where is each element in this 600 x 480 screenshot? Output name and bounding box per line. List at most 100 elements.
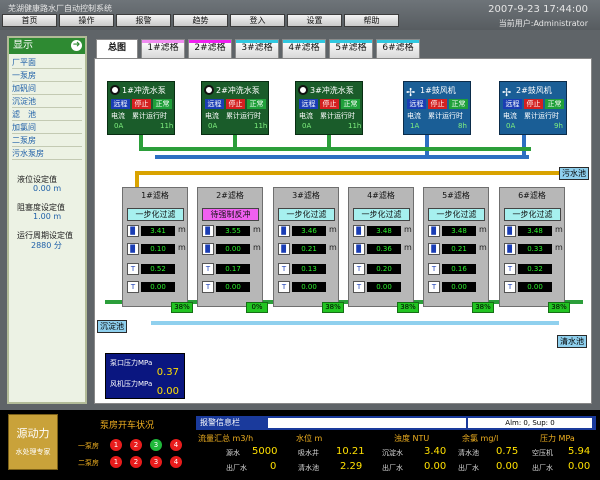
blockage-setpoint-value[interactable]: 1.00 m	[33, 212, 61, 221]
sidebar-title: 显示	[13, 40, 33, 51]
sidebar-item-filter[interactable]: 滤 池	[12, 109, 82, 121]
tab-filter-3-label: 3#滤格	[241, 43, 273, 53]
summary-value: 0.00	[496, 461, 519, 472]
view-tabs: 总图 1#滤格 2#滤格 3#滤格 4#滤格 5#滤格 6#滤格	[96, 39, 423, 59]
menu-help[interactable]: 帮助	[344, 14, 399, 27]
blockage-icon: ▉	[278, 243, 290, 255]
blower-2-panel[interactable]: ✢ 2#鼓风机 远程 停止 正常 电流 累计运行时 0A 9h	[499, 81, 567, 135]
flow-row: T 0.00	[202, 281, 260, 293]
stop-button[interactable]: 停止	[320, 99, 339, 109]
normal-button[interactable]: 正常	[545, 99, 564, 109]
valve-icon: T	[353, 263, 365, 275]
menu-trend[interactable]: 趋势	[173, 14, 228, 27]
blockage-row: ▉ 0.10 m	[127, 243, 186, 255]
remote-button[interactable]: 远程	[503, 99, 522, 109]
arrow-right-icon[interactable]: ➜	[71, 40, 82, 51]
fan-icon: ✢	[502, 86, 512, 99]
runtime-value: 9h	[554, 122, 563, 130]
blockage-icon: ▉	[504, 243, 516, 255]
filter-3-panel[interactable]: 3#滤格 一步化过滤 ▉ 3.46 m ▉ 0.21 m T 0.13 T 0.00 38%	[273, 187, 344, 313]
runtime-value: 8h	[458, 122, 467, 130]
tab-overview[interactable]: 总图	[96, 39, 138, 58]
pump-icon	[298, 85, 308, 95]
summary-label: 空压机	[532, 449, 553, 457]
current-value: 0A	[208, 122, 218, 130]
stop-button[interactable]: 停止	[428, 99, 447, 109]
tab-stripe	[236, 40, 278, 43]
menu-home[interactable]: 首页	[2, 14, 57, 27]
level-setpoint-value[interactable]: 0.00 m	[33, 184, 61, 193]
pump-status-light: 2	[130, 456, 142, 468]
remote-button[interactable]: 远程	[111, 99, 130, 109]
unit: m	[178, 243, 186, 252]
tab-filter-4[interactable]: 4#滤格	[282, 39, 326, 58]
remote-button[interactable]: 远程	[205, 99, 224, 109]
sidebar-item-pump-house-1[interactable]: 一泵房	[12, 70, 82, 82]
equipment-name: 1#鼓风机	[420, 86, 456, 95]
sidebar-item-sewage-pump[interactable]: 污水泵房	[12, 148, 82, 160]
level-icon: ▉	[504, 225, 516, 237]
wash-pump-2-panel[interactable]: 2#冲洗水泵 远程 停止 正常 电流 累计运行时 0A 11h	[201, 81, 269, 135]
current-value: 0A	[302, 122, 312, 130]
tab-filter-3[interactable]: 3#滤格	[235, 39, 279, 58]
alarm-message-field[interactable]	[268, 418, 466, 428]
wash-pump-1-panel[interactable]: 1#冲洗水泵 远程 停止 正常 电流 累计运行时 0A 11h	[107, 81, 175, 135]
stop-button[interactable]: 停止	[226, 99, 245, 109]
cycle-setpoint-value[interactable]: 2880 分	[31, 240, 62, 251]
menu-operation[interactable]: 操作	[59, 14, 114, 27]
remote-button[interactable]: 远程	[299, 99, 318, 109]
sidebar-item-pump-house-2[interactable]: 二泵房	[12, 135, 82, 147]
current-user: 当前用户:Administrator	[499, 18, 588, 29]
summary-label: 清水池	[458, 449, 479, 457]
runtime-label: 累计运行时	[226, 112, 261, 120]
valve-opening: 38%	[171, 302, 193, 313]
blower-pressure-value: 0.00	[156, 386, 179, 397]
flow-row: T 0.00	[353, 281, 411, 293]
filter-6-panel[interactable]: 6#滤格 一步化过滤 ▉ 3.48 m ▉ 0.33 m T 0.32 T 0.00 38%	[499, 187, 570, 313]
scada-window: 芜湖健康路水厂自动控制系统 2007-9-23 17:44:00 当前用户:Ad…	[0, 0, 600, 480]
remote-button[interactable]: 远程	[407, 99, 426, 109]
turbidity-row: T 0.20	[353, 263, 411, 275]
tab-filter-2[interactable]: 2#滤格	[188, 39, 232, 58]
sidebar-item-plant-layout[interactable]: 厂平面	[12, 57, 82, 69]
blower-1-panel[interactable]: ✢ 1#鼓风机 远程 停止 正常 电流 累计运行时 1A 8h	[403, 81, 471, 135]
logo-main-text: 源动力	[16, 427, 50, 440]
tab-filter-6[interactable]: 6#滤格	[376, 39, 420, 58]
normal-button[interactable]: 正常	[153, 99, 172, 109]
sidebar-item-sedimentation[interactable]: 沉淀池	[12, 96, 82, 108]
normal-button[interactable]: 正常	[247, 99, 266, 109]
stop-button[interactable]: 停止	[524, 99, 543, 109]
level-icon: ▉	[202, 225, 214, 237]
filter-2-panel[interactable]: 2#滤格 待强制反冲 ▉ 3.55 m ▉ 0.00 m T 0.17 T 0.00 0%	[197, 187, 268, 313]
level-row: ▉ 3.48 m	[428, 225, 487, 237]
alarm-title: 报警信息栏	[200, 418, 240, 427]
tab-filter-1[interactable]: 1#滤格	[141, 39, 185, 58]
tab-filter-5-label: 5#滤格	[335, 43, 367, 53]
pump-status-light: 1	[110, 456, 122, 468]
flow-row: T 0.00	[278, 281, 336, 293]
sidebar-item-chlorine-room[interactable]: 加氯间	[12, 122, 82, 134]
menu-alarm[interactable]: 报警	[116, 14, 171, 27]
valve-opening: 38%	[397, 302, 419, 313]
pipe-clear-water	[151, 321, 559, 325]
current-label: 电流	[205, 112, 219, 120]
sidebar: 显示 ➜ 厂平面 一泵房 加矾间 沉淀池 滤 池 加氯间 二泵房 污水泵房 液位…	[7, 36, 87, 404]
menu-settings[interactable]: 设置	[287, 14, 342, 27]
level-row: ▉ 3.46 m	[278, 225, 337, 237]
flow-row: T 0.00	[127, 281, 185, 293]
tab-filter-4-label: 4#滤格	[288, 43, 320, 53]
equipment-name: 2#冲洗水泵	[216, 86, 260, 95]
filter-title: 3#滤格	[292, 191, 320, 200]
stop-button[interactable]: 停止	[132, 99, 151, 109]
valve-icon: T	[278, 263, 290, 275]
filter-5-panel[interactable]: 5#滤格 一步化过滤 ▉ 3.48 m ▉ 0.21 m T 0.16 T 0.00 38%	[423, 187, 494, 313]
pipe-segment	[135, 171, 139, 187]
tab-filter-5[interactable]: 5#滤格	[329, 39, 373, 58]
menu-login[interactable]: 登入	[230, 14, 285, 27]
filter-4-panel[interactable]: 4#滤格 一步化过滤 ▉ 3.48 m ▉ 0.36 m T 0.20 T 0.00 38%	[348, 187, 419, 313]
wash-pump-3-panel[interactable]: 3#冲洗水泵 远程 停止 正常 电流 累计运行时 0A 11h	[295, 81, 363, 135]
filter-1-panel[interactable]: 1#滤格 一步化过滤 ▉ 3.41 m ▉ 0.10 m T 0.52 T 0.00 38%	[122, 187, 193, 313]
normal-button[interactable]: 正常	[341, 99, 360, 109]
sidebar-item-alum-room[interactable]: 加矾间	[12, 83, 82, 95]
normal-button[interactable]: 正常	[449, 99, 468, 109]
